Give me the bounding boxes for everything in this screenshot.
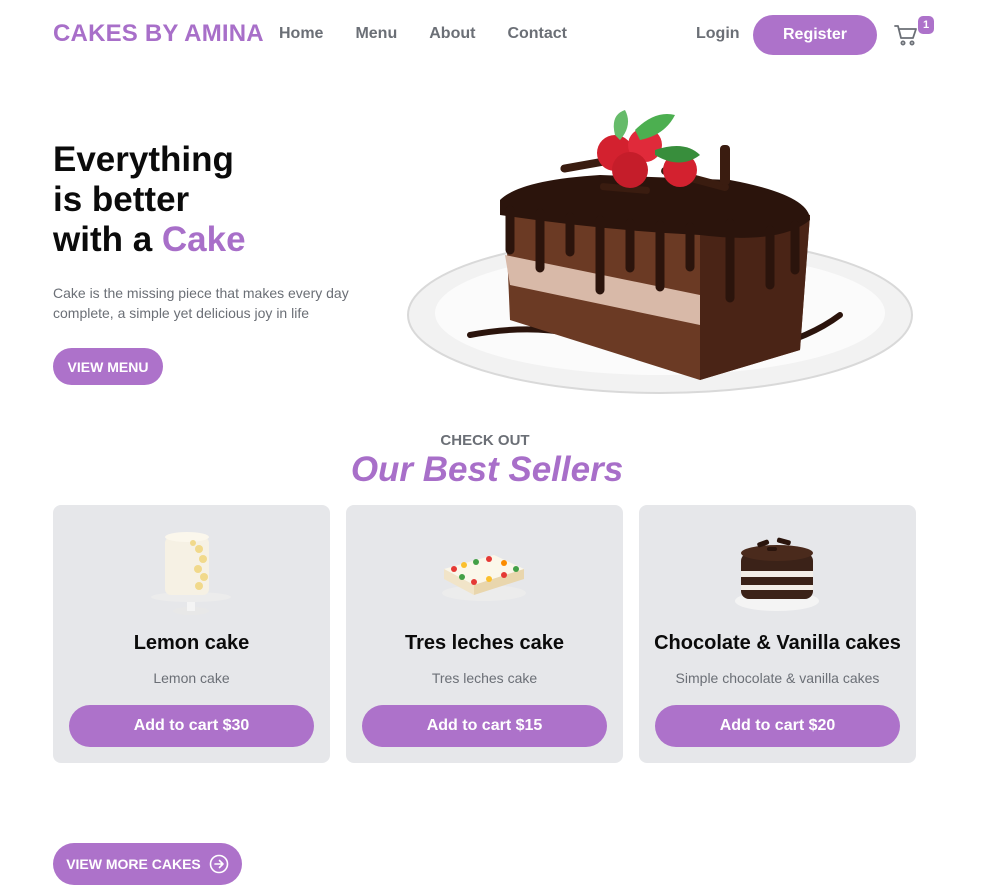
chocolate-vanilla-cake-image: [727, 519, 827, 619]
hero-title-line-1: Everything: [53, 140, 234, 179]
section-heading: Our Best Sellers: [350, 450, 624, 489]
hero-chocolate-cake-image: [400, 105, 920, 405]
hero-title-line-3: with a: [53, 220, 162, 259]
product-card: Lemon cake Lemon cake Add to cart $30: [53, 505, 330, 763]
product-description: Tres leches cake: [431, 670, 538, 686]
nav-menu[interactable]: Menu: [355, 25, 397, 43]
nav-about[interactable]: About: [429, 25, 475, 43]
shopping-cart-icon[interactable]: [893, 22, 919, 48]
view-more-label: VIEW MORE CAKES: [66, 856, 201, 872]
view-more-cakes-button[interactable]: VIEW MORE CAKES: [53, 843, 242, 885]
login-link[interactable]: Login: [696, 25, 740, 43]
product-description: Lemon cake: [153, 670, 230, 686]
nav-contact[interactable]: Contact: [507, 25, 567, 43]
hero-title-line-2: is better: [53, 180, 190, 219]
hero-description: Cake is the missing piece that makes eve…: [53, 285, 349, 321]
add-to-cart-button[interactable]: Add to cart $15: [362, 705, 607, 747]
product-name: Tres leches cake: [404, 632, 564, 654]
hero-title: Everything is better with a Cake: [53, 140, 246, 260]
section-eyebrow: CHECK OUT: [440, 432, 530, 449]
product-card: Tres leches cake Tres leches cake Add to…: [346, 505, 623, 763]
product-cards: Lemon cake Lemon cake Add to cart $30 Tr…: [53, 505, 916, 763]
view-menu-button[interactable]: VIEW MENU: [53, 348, 163, 385]
lemon-cake-image: [141, 519, 241, 619]
product-description: Simple chocolate & vanilla cakes: [675, 670, 880, 686]
tres-leches-cake-image: [434, 519, 534, 619]
product-card: Chocolate & Vanilla cakes Simple chocola…: [639, 505, 916, 763]
product-name: Lemon cake: [133, 632, 250, 654]
nav-home[interactable]: Home: [279, 25, 323, 43]
brand-logo[interactable]: CAKES BY AMINA: [53, 20, 264, 48]
add-to-cart-button[interactable]: Add to cart $30: [69, 705, 314, 747]
top-nav: CAKES BY AMINA Home Menu About Contact L…: [0, 0, 994, 70]
product-name: Chocolate & Vanilla cakes: [654, 632, 901, 654]
arrow-right-circle-icon: [209, 854, 229, 874]
cart-count-badge: 1: [918, 16, 934, 34]
register-button[interactable]: Register: [753, 15, 877, 55]
nav-links: Home Menu About Contact: [279, 25, 567, 43]
add-to-cart-button[interactable]: Add to cart $20: [655, 705, 900, 747]
hero-title-accent: Cake: [161, 220, 246, 259]
